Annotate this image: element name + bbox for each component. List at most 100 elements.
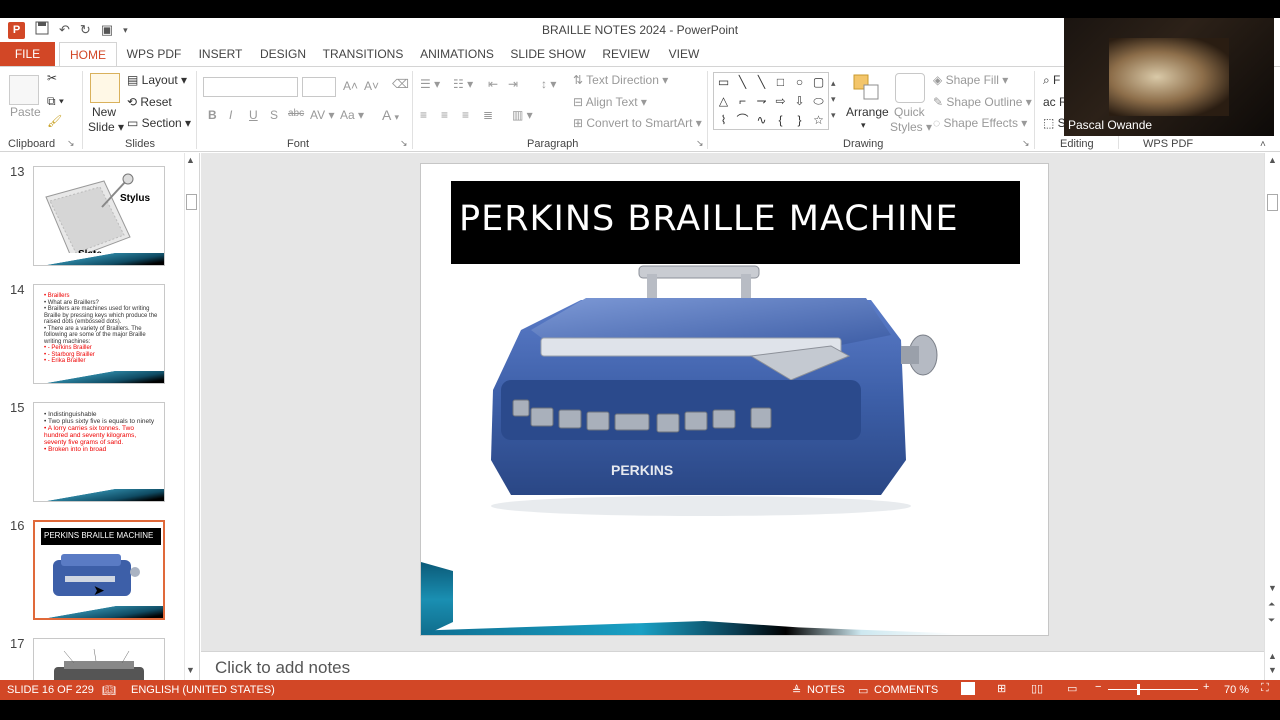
shape-option[interactable]: ╲	[752, 73, 771, 92]
quick-styles-icon[interactable]	[895, 73, 925, 103]
tab-wps-pdf[interactable]: WPS PDF	[124, 42, 184, 66]
shape-outline-button[interactable]: ✎ Shape Outline ▾	[933, 95, 1032, 109]
shape-option[interactable]: }	[790, 111, 809, 130]
zoom-level[interactable]: 70 %	[1224, 684, 1249, 696]
text-direction-button[interactable]: ⇅ Text Direction ▾	[573, 73, 668, 87]
reset-button[interactable]: ⟲ Reset	[127, 95, 172, 109]
layout-button[interactable]: ▤ Layout ▾	[127, 73, 187, 87]
slide-thumbnail-14[interactable]: • Braillers • What are Braillers? • Brai…	[33, 284, 165, 384]
tab-view[interactable]: VIEW	[664, 42, 704, 66]
clear-formatting-icon[interactable]: ⌫	[392, 77, 409, 91]
zoom-out-icon[interactable]: −	[1095, 681, 1101, 693]
font-name-combo[interactable]	[203, 77, 298, 97]
notes-toggle[interactable]: NOTES	[807, 684, 845, 696]
scroll-down-icon[interactable]: ▼	[1268, 583, 1277, 593]
section-button[interactable]: ▭ Section ▾	[127, 116, 191, 130]
thumbnail-scrollbar[interactable]: ▲ ▼	[184, 153, 198, 680]
zoom-slider-handle[interactable]	[1137, 684, 1140, 695]
scroll-up-icon[interactable]: ▲	[186, 155, 195, 165]
shape-option[interactable]: ▭	[714, 73, 733, 92]
scroll-thumb[interactable]	[186, 194, 197, 210]
smartart-button[interactable]: ⊞ Convert to SmartArt ▾	[573, 116, 702, 130]
align-text-button[interactable]: ⊟ Align Text ▾	[573, 95, 647, 109]
current-slide[interactable]: PERKINS BRAILLE MACHINE PERKINS	[420, 163, 1049, 636]
next-slide-icon[interactable]: ⏷	[1268, 615, 1275, 626]
font-color-button[interactable]: A ▾	[382, 107, 399, 123]
shapes-gallery[interactable]: ▭ ╲ ╲ □ ○ ▢ △ ⌐ ⇁ ⇨ ⇩ ⬭ ⌇ ⌒ ∿{} ☆	[713, 72, 829, 130]
scroll-thumb[interactable]	[1267, 194, 1278, 211]
shape-option[interactable]: ⇩	[790, 92, 809, 111]
shadow-button[interactable]: S	[270, 108, 278, 122]
notes-pane[interactable]: Click to add notes	[201, 651, 1264, 680]
previous-slide-icon[interactable]: ⏶	[1268, 599, 1275, 610]
shape-option[interactable]: ⌒	[733, 111, 752, 130]
font-size-combo[interactable]	[302, 77, 336, 97]
align-center-icon[interactable]: ≡	[441, 108, 448, 122]
strikethrough-button[interactable]: abc	[288, 108, 304, 119]
new-slide-icon[interactable]	[90, 73, 120, 103]
comments-toggle[interactable]: COMMENTS	[874, 684, 938, 696]
shape-option[interactable]: ∿	[752, 111, 771, 130]
shape-option[interactable]: ○	[790, 73, 809, 92]
zoom-in-icon[interactable]: +	[1203, 681, 1209, 693]
fit-slide-icon[interactable]: ⛶	[1261, 682, 1269, 695]
copy-icon[interactable]: ⧉ ▾	[47, 94, 64, 109]
justify-icon[interactable]: ≣	[483, 108, 493, 122]
shape-option[interactable]: ╲	[733, 73, 752, 92]
cut-icon[interactable]: ✂	[47, 71, 57, 85]
bold-button[interactable]: B	[208, 108, 217, 122]
shapes-scroll[interactable]: ▴ ▾ ▾	[831, 75, 836, 123]
tab-animations[interactable]: ANIMATIONS	[416, 42, 498, 66]
scroll-down-icon[interactable]: ▼	[186, 665, 195, 675]
shape-effects-button[interactable]: ◌ Shape Effects ▾	[933, 116, 1027, 130]
tab-review[interactable]: REVIEW	[600, 42, 652, 66]
tab-design[interactable]: DESIGN	[256, 42, 310, 66]
reading-view-icon[interactable]: ▯▯	[1031, 682, 1043, 695]
line-spacing-icon[interactable]: ↕ ▾	[541, 77, 556, 91]
numbering-icon[interactable]: ☷ ▾	[453, 77, 473, 91]
underline-button[interactable]: U	[249, 108, 258, 122]
arrange-icon[interactable]	[852, 73, 882, 103]
shape-option[interactable]: {	[771, 111, 790, 130]
editor-scrollbar[interactable]: ▲ ▼ ⏶ ⏷ ▲ ▼	[1264, 153, 1280, 680]
slide-title-box[interactable]: PERKINS BRAILLE MACHINE	[451, 181, 1020, 264]
normal-view-icon[interactable]	[961, 682, 975, 695]
shape-option[interactable]: □	[771, 73, 790, 92]
align-right-icon[interactable]: ≡	[462, 108, 469, 122]
spelling-icon[interactable]: 📖︎	[102, 684, 116, 697]
scroll-down-icon[interactable]: ▼	[1268, 665, 1277, 675]
char-spacing-button[interactable]: AV ▾	[310, 108, 334, 122]
grow-font-button[interactable]: A˄	[343, 79, 358, 93]
select-icon[interactable]: ⬚ S	[1043, 116, 1066, 130]
increase-indent-icon[interactable]: ⇥	[508, 77, 518, 91]
scroll-up-icon[interactable]: ▲	[1268, 651, 1277, 661]
columns-icon[interactable]: ▥ ▾	[512, 108, 533, 122]
shape-option[interactable]: ▢	[809, 73, 828, 92]
font-launcher-icon[interactable]: ↘	[400, 138, 408, 149]
new-slide-label-1[interactable]: New	[92, 105, 116, 119]
paste-button[interactable]: Paste	[10, 105, 41, 119]
quick-styles-label-1[interactable]: Quick	[894, 105, 925, 119]
format-painter-icon[interactable]: 🖌	[47, 114, 62, 128]
shape-option[interactable]: ⌇	[714, 111, 733, 130]
slide-show-icon[interactable]: ▭	[1067, 682, 1077, 695]
slide-thumbnail-17[interactable]	[33, 638, 165, 680]
decrease-indent-icon[interactable]: ⇤	[488, 77, 498, 91]
shape-option[interactable]: ⬭	[809, 92, 828, 111]
notes-placeholder[interactable]: Click to add notes	[215, 658, 350, 678]
language-indicator[interactable]: ENGLISH (UNITED STATES)	[131, 684, 275, 696]
shape-option[interactable]: ⌐	[733, 92, 752, 111]
arrange-label[interactable]: Arrange	[846, 105, 889, 119]
quick-styles-button[interactable]: Styles ▾	[890, 120, 932, 134]
clipboard-launcher-icon[interactable]: ↘	[67, 138, 75, 149]
paragraph-launcher-icon[interactable]: ↘	[696, 138, 704, 149]
drawing-launcher-icon[interactable]: ↘	[1022, 138, 1030, 149]
shape-fill-button[interactable]: ◈ Shape Fill ▾	[933, 73, 1008, 87]
shape-option[interactable]: ☆	[809, 111, 828, 130]
slide-sorter-icon[interactable]: ⊞	[997, 682, 1006, 695]
zoom-slider[interactable]	[1108, 689, 1198, 690]
arrange-dropdown-icon[interactable]: ▾	[861, 120, 866, 131]
bullets-icon[interactable]: ☰ ▾	[420, 77, 440, 91]
tab-home[interactable]: HOME	[59, 42, 117, 66]
tab-slide-show[interactable]: SLIDE SHOW	[509, 42, 587, 66]
